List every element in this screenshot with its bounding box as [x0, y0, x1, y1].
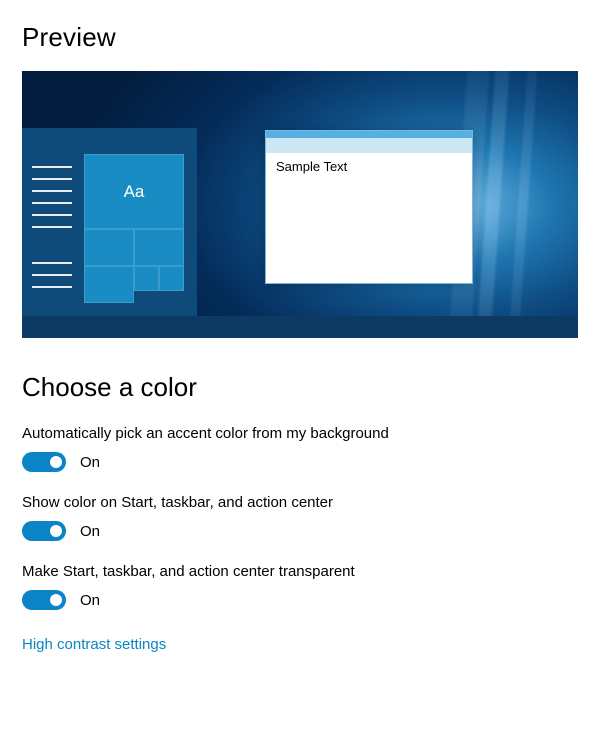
tile	[134, 229, 184, 266]
show-color-toggle[interactable]	[22, 521, 66, 541]
tile-text: Aa	[124, 182, 145, 202]
sample-text: Sample Text	[276, 159, 347, 174]
tile-large: Aa	[84, 154, 184, 229]
toggle-knob-icon	[50, 456, 62, 468]
preview-heading: Preview	[22, 22, 578, 53]
tile	[84, 229, 134, 266]
start-panel: Aa	[22, 128, 197, 316]
transparent-state: On	[80, 592, 100, 609]
sample-window: Sample Text	[265, 130, 473, 284]
auto-accent-state: On	[80, 454, 100, 471]
setting-show-color: Show color on Start, taskbar, and action…	[22, 494, 578, 541]
start-tiles: Aa	[84, 154, 184, 304]
window-subbar	[266, 138, 472, 153]
high-contrast-link[interactable]: High contrast settings	[22, 636, 166, 653]
tile	[84, 266, 134, 303]
choose-color-heading: Choose a color	[22, 372, 578, 403]
transparent-toggle[interactable]	[22, 590, 66, 610]
lightbeam-icon	[506, 71, 540, 338]
setting-auto-accent: Automatically pick an accent color from …	[22, 425, 578, 472]
start-menu-list	[32, 156, 72, 298]
toggle-knob-icon	[50, 594, 62, 606]
tile	[159, 266, 184, 291]
window-body: Sample Text	[266, 153, 472, 180]
auto-accent-label: Automatically pick an accent color from …	[22, 425, 578, 442]
show-color-state: On	[80, 523, 100, 540]
transparent-label: Make Start, taskbar, and action center t…	[22, 563, 578, 580]
window-titlebar	[266, 131, 472, 138]
preview-pane: Aa	[22, 71, 578, 338]
setting-transparent: Make Start, taskbar, and action center t…	[22, 563, 578, 610]
auto-accent-toggle[interactable]	[22, 452, 66, 472]
toggle-knob-icon	[50, 525, 62, 537]
taskbar	[22, 316, 578, 338]
tile	[134, 266, 159, 291]
show-color-label: Show color on Start, taskbar, and action…	[22, 494, 578, 511]
